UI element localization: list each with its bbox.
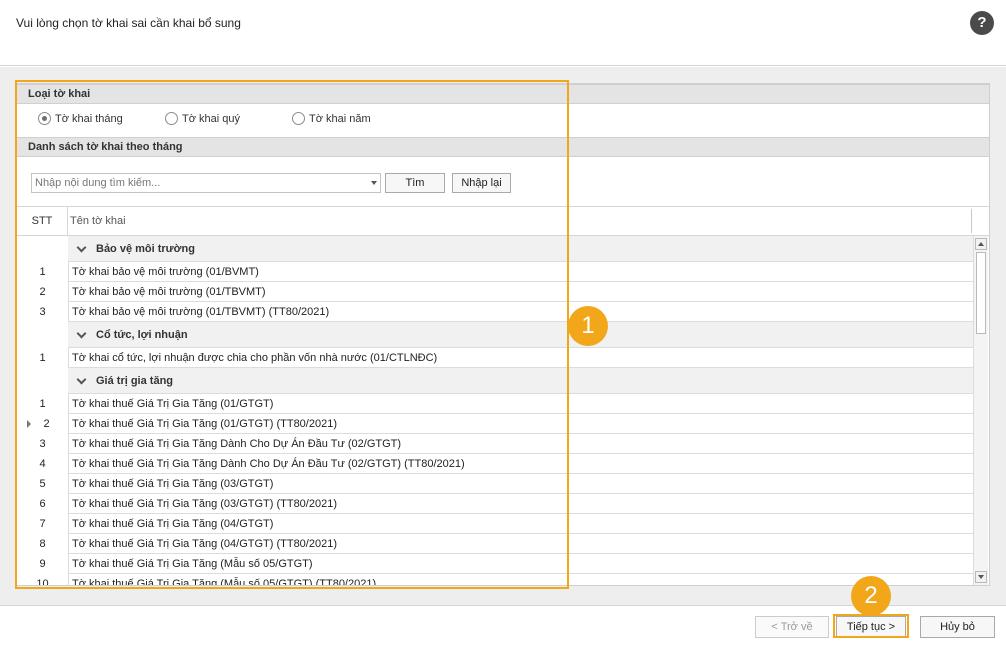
declaration-panel: Loại tờ khai Tờ khai tháng Tờ khai quý T… — [16, 83, 990, 586]
search-input[interactable]: Nhập nội dung tìm kiếm... — [31, 173, 381, 193]
radio-monthly-circle[interactable] — [38, 112, 51, 125]
grid-body: Bảo vệ môi trường 1 Tờ khai bảo vệ môi t… — [17, 236, 973, 585]
table-row[interactable]: 6 Tờ khai thuế Giá Trị Gia Tăng (03/GTGT… — [17, 494, 973, 514]
row-stt: 3 — [39, 306, 46, 318]
group-label: Giá trị gia tăng — [96, 375, 174, 387]
row-name: Tờ khai thuế Giá Trị Gia Tăng (Mẫu số 05… — [68, 574, 973, 585]
radio-yearly[interactable]: Tờ khai năm — [292, 112, 371, 125]
table-row[interactable]: 8 Tờ khai thuế Giá Trị Gia Tăng (04/GTGT… — [17, 534, 973, 554]
row-stt: 4 — [39, 458, 46, 470]
row-name: Tờ khai thuế Giá Trị Gia Tăng (03/GTGT) — [68, 474, 973, 494]
row-name: Tờ khai bảo vệ môi trường (01/TBVMT) (TT… — [68, 302, 973, 322]
group-label: Cổ tức, lợi nhuận — [96, 329, 188, 341]
row-name: Tờ khai bảo vệ môi trường (01/TBVMT) — [68, 282, 973, 302]
table-row[interactable]: 3 Tờ khai bảo vệ môi trường (01/TBVMT) (… — [17, 302, 973, 322]
declaration-type-options: Tờ khai tháng Tờ khai quý Tờ khai năm — [17, 108, 989, 132]
column-header-divider — [971, 209, 972, 233]
scroll-down-icon[interactable] — [975, 571, 987, 583]
row-stt: 2 — [39, 286, 46, 298]
column-header-stt[interactable]: STT — [17, 207, 68, 235]
table-row[interactable]: 1 Tờ khai bảo vệ môi trường (01/BVMT) — [17, 262, 973, 282]
row-stt: 5 — [39, 478, 46, 490]
row-stt: 3 — [39, 438, 46, 450]
grid-header: STT Tên tờ khai — [17, 206, 989, 236]
row-stt: 2 — [43, 418, 50, 430]
radio-monthly[interactable]: Tờ khai tháng — [38, 112, 123, 125]
row-stt: 1 — [39, 266, 46, 278]
radio-quarterly[interactable]: Tờ khai quý — [165, 112, 240, 125]
row-name: Tờ khai thuế Giá Trị Gia Tăng (01/GTGT) — [68, 394, 973, 414]
step-1-badge: 1 — [568, 306, 608, 346]
radio-quarterly-label: Tờ khai quý — [182, 112, 240, 125]
group-label: Bảo vệ môi trường — [96, 243, 195, 255]
radio-monthly-label: Tờ khai tháng — [55, 112, 123, 125]
row-name: Tờ khai thuế Giá Trị Gia Tăng (Mẫu số 05… — [68, 554, 973, 574]
row-stt: 1 — [39, 352, 46, 364]
cancel-button[interactable]: Hủy bỏ — [920, 616, 995, 638]
declaration-type-heading: Loại tờ khai — [17, 84, 989, 104]
row-name: Tờ khai thuế Giá Trị Gia Tăng (04/GTGT) … — [68, 534, 973, 554]
radio-yearly-circle[interactable] — [292, 112, 305, 125]
vertical-scrollbar[interactable] — [973, 236, 988, 585]
radio-yearly-label: Tờ khai năm — [309, 112, 371, 125]
table-row[interactable]: 1 Tờ khai cổ tức, lợi nhuận được chia ch… — [17, 348, 973, 368]
column-header-name[interactable]: Tên tờ khai — [70, 207, 126, 235]
step-2-badge: 2 — [851, 576, 891, 616]
row-name: Tờ khai thuế Giá Trị Gia Tăng Dành Cho D… — [68, 454, 973, 474]
row-stt: 7 — [39, 518, 46, 530]
reset-button[interactable]: Nhập lại — [452, 173, 511, 193]
dialog-title: Vui lòng chọn tờ khai sai cần khai bổ su… — [16, 16, 241, 30]
table-row-current[interactable]: 2 Tờ khai thuế Giá Trị Gia Tăng (01/GTGT… — [17, 414, 973, 434]
help-icon[interactable]: ? — [970, 11, 994, 35]
dialog-footer: < Trở về Tiếp tục > Hủy bỏ — [0, 605, 1006, 648]
table-row[interactable]: 3 Tờ khai thuế Giá Trị Gia Tăng Dành Cho… — [17, 434, 973, 454]
table-row[interactable]: 1 Tờ khai thuế Giá Trị Gia Tăng (01/GTGT… — [17, 394, 973, 414]
group-row-gia-tri-gia-tang[interactable]: Giá trị gia tăng — [68, 368, 973, 394]
dialog-header: Vui lòng chọn tờ khai sai cần khai bổ su… — [0, 0, 1006, 66]
scroll-thumb[interactable] — [976, 252, 986, 334]
declaration-list-heading: Danh sách tờ khai theo tháng — [17, 137, 989, 157]
chevron-down-icon[interactable] — [76, 242, 87, 253]
row-stt: 1 — [39, 398, 46, 410]
table-row[interactable]: 4 Tờ khai thuế Giá Trị Gia Tăng Dành Cho… — [17, 454, 973, 474]
table-row[interactable]: 9 Tờ khai thuế Giá Trị Gia Tăng (Mẫu số … — [17, 554, 973, 574]
row-name: Tờ khai bảo vệ môi trường (01/BVMT) — [68, 262, 973, 282]
group-row-bao-ve-moi-truong[interactable]: Bảo vệ môi trường — [68, 236, 973, 262]
row-name: Tờ khai thuế Giá Trị Gia Tăng (03/GTGT) … — [68, 494, 973, 514]
radio-quarterly-circle[interactable] — [165, 112, 178, 125]
row-name: Tờ khai thuế Giá Trị Gia Tăng (04/GTGT) — [68, 514, 973, 534]
row-name: Tờ khai thuế Giá Trị Gia Tăng (01/GTGT) … — [68, 414, 973, 434]
row-stt: 6 — [39, 498, 46, 510]
row-name: Tờ khai thuế Giá Trị Gia Tăng Dành Cho D… — [68, 434, 973, 454]
row-stt: 10 — [36, 578, 49, 585]
chevron-down-icon[interactable] — [76, 374, 87, 385]
back-button[interactable]: < Trở về — [755, 616, 829, 638]
row-stt: 8 — [39, 538, 46, 550]
dropdown-arrow-icon[interactable] — [371, 181, 377, 185]
continue-button[interactable]: Tiếp tục > — [836, 616, 906, 638]
table-row[interactable]: 2 Tờ khai bảo vệ môi trường (01/TBVMT) — [17, 282, 973, 302]
table-row[interactable]: 7 Tờ khai thuế Giá Trị Gia Tăng (04/GTGT… — [17, 514, 973, 534]
table-row[interactable]: 5 Tờ khai thuế Giá Trị Gia Tăng (03/GTGT… — [17, 474, 973, 494]
search-button[interactable]: Tìm — [385, 173, 445, 193]
row-name: Tờ khai cổ tức, lợi nhuận được chia cho … — [68, 348, 973, 368]
chevron-down-icon[interactable] — [76, 328, 87, 339]
scroll-up-icon[interactable] — [975, 238, 987, 250]
row-stt: 9 — [39, 558, 46, 570]
table-row[interactable]: 10 Tờ khai thuế Giá Trị Gia Tăng (Mẫu số… — [17, 574, 973, 585]
group-row-co-tuc-loi-nhuan[interactable]: Cổ tức, lợi nhuận — [68, 322, 973, 348]
search-placeholder: Nhập nội dung tìm kiếm... — [35, 177, 161, 189]
